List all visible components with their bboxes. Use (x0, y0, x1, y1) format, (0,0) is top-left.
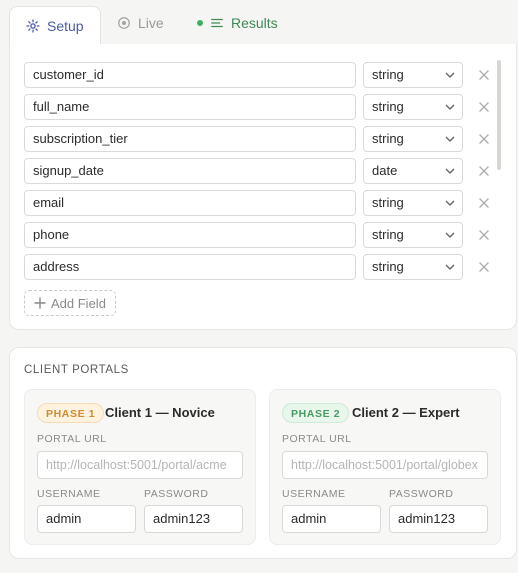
field-type-select[interactable]: string (363, 94, 463, 120)
plus-icon (34, 297, 46, 309)
phase-badge: PHASE 2 (282, 403, 350, 423)
username-label: USERNAME (37, 488, 101, 500)
add-field-label: Add Field (51, 295, 106, 311)
field-type-value: string (372, 131, 404, 146)
field-type-select[interactable]: string (363, 62, 463, 88)
section-title: CLIENT PORTALS (24, 364, 129, 376)
chevron-down-icon (445, 200, 455, 206)
client-name: Client 2 — Expert (352, 405, 460, 420)
username-label: USERNAME (282, 488, 346, 500)
field-type-value: string (372, 227, 404, 242)
close-icon[interactable] (477, 100, 491, 114)
field-name-input[interactable]: subscription_tier (24, 126, 356, 152)
username-input[interactable]: admin (37, 505, 136, 533)
field-name-input[interactable]: phone (24, 222, 356, 248)
close-icon[interactable] (477, 68, 491, 82)
close-icon[interactable] (477, 164, 491, 178)
password-label: PASSWORD (389, 488, 454, 500)
field-name-input[interactable]: address (24, 254, 356, 280)
tab-live[interactable]: Live (117, 6, 164, 40)
field-type-select[interactable]: date (363, 158, 463, 184)
field-type-value: string (372, 99, 404, 114)
client-name: Client 1 — Novice (105, 405, 215, 420)
chevron-down-icon (445, 136, 455, 142)
status-dot (197, 20, 203, 26)
tab-results[interactable]: Results (197, 6, 278, 40)
field-name-input[interactable]: customer_id (24, 62, 356, 88)
close-icon[interactable] (477, 132, 491, 146)
close-icon[interactable] (477, 196, 491, 210)
field-type-value: string (372, 259, 404, 274)
field-name-input[interactable]: email (24, 190, 356, 216)
tab-bar: Setup Live Results (0, 0, 518, 44)
portal-url-input[interactable]: http://localhost:5001/portal/acme (37, 451, 243, 479)
password-label: PASSWORD (144, 488, 209, 500)
field-type-select[interactable]: string (363, 254, 463, 280)
tab-label: Setup (47, 17, 84, 34)
field-type-value: string (372, 195, 404, 210)
portal-card-client-1: PHASE 1 Client 1 — Novice PORTAL URL htt… (24, 389, 256, 545)
tab-setup[interactable]: Setup (9, 6, 101, 44)
gear-icon (26, 18, 40, 33)
chevron-down-icon (445, 104, 455, 110)
field-name-input[interactable]: signup_date (24, 158, 356, 184)
portal-url-label: PORTAL URL (282, 433, 352, 445)
tab-label: Live (138, 15, 164, 31)
field-type-value: date (372, 163, 398, 178)
chevron-down-icon (445, 232, 455, 238)
scrollbar[interactable] (497, 60, 501, 170)
chevron-down-icon (445, 72, 455, 78)
portal-card-client-2: PHASE 2 Client 2 — Expert PORTAL URL htt… (269, 389, 501, 545)
phase-badge: PHASE 1 (37, 403, 105, 423)
password-input[interactable]: admin123 (389, 505, 488, 533)
field-name-input[interactable]: full_name (24, 94, 356, 120)
close-icon[interactable] (477, 260, 491, 274)
username-input[interactable]: admin (282, 505, 381, 533)
field-type-select[interactable]: string (363, 190, 463, 216)
tab-label: Results (231, 15, 278, 31)
field-type-select[interactable]: string (363, 222, 463, 248)
list-icon (210, 16, 224, 30)
chevron-down-icon (445, 264, 455, 270)
add-field-button[interactable]: Add Field (24, 290, 116, 316)
portal-url-label: PORTAL URL (37, 433, 107, 445)
password-input[interactable]: admin123 (144, 505, 243, 533)
chevron-down-icon (445, 168, 455, 174)
field-type-select[interactable]: string (363, 126, 463, 152)
portal-url-input[interactable]: http://localhost:5001/portal/globex (282, 451, 488, 479)
field-type-value: string (372, 67, 404, 82)
close-icon[interactable] (477, 228, 491, 242)
record-icon (117, 16, 131, 30)
